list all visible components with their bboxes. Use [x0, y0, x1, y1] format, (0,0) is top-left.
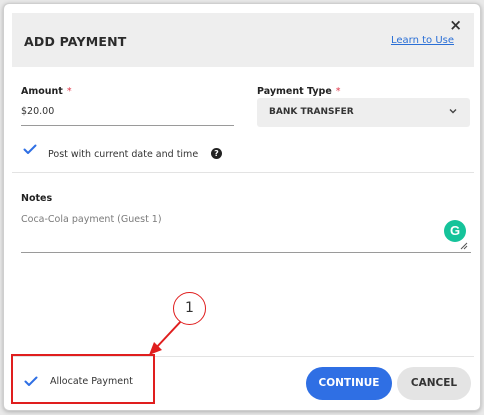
payment-type-label: Payment Type *: [257, 86, 341, 97]
continue-button[interactable]: CONTINUE: [306, 367, 392, 400]
required-marker: *: [66, 86, 72, 97]
close-icon[interactable]: ×: [449, 18, 462, 33]
annotation-callout-number: 1: [173, 292, 206, 325]
dialog-header: ADD PAYMENT Learn to Use ×: [12, 13, 474, 67]
grammarly-icon[interactable]: G: [444, 220, 466, 242]
annotation-highlight-box: [11, 354, 155, 404]
checkmark-icon[interactable]: [23, 144, 37, 155]
amount-underline: [21, 125, 234, 126]
section-divider: [12, 172, 474, 173]
payment-type-label-text: Payment Type: [257, 86, 332, 97]
learn-to-use-link[interactable]: Learn to Use: [391, 35, 454, 46]
help-icon[interactable]: ?: [211, 148, 222, 159]
cancel-button[interactable]: CANCEL: [397, 367, 471, 400]
dialog-title: ADD PAYMENT: [24, 34, 127, 49]
notes-underline: [21, 252, 471, 253]
payment-type-select[interactable]: BANK TRANSFER: [257, 98, 470, 127]
amount-input[interactable]: $20.00: [21, 106, 54, 117]
add-payment-dialog: ADD PAYMENT Learn to Use × Amount * $20.0…: [3, 3, 481, 411]
notes-label: Notes: [21, 193, 53, 204]
required-marker: *: [335, 86, 341, 97]
post-current-date-label: Post with current date and time: [48, 149, 199, 160]
notes-textarea[interactable]: Coca-Cola payment (Guest 1): [21, 214, 162, 225]
payment-type-value: BANK TRANSFER: [269, 107, 354, 117]
chevron-down-icon: [449, 109, 457, 114]
resize-handle-icon[interactable]: [460, 242, 468, 250]
amount-label: Amount *: [21, 86, 72, 97]
amount-label-text: Amount: [21, 86, 63, 97]
